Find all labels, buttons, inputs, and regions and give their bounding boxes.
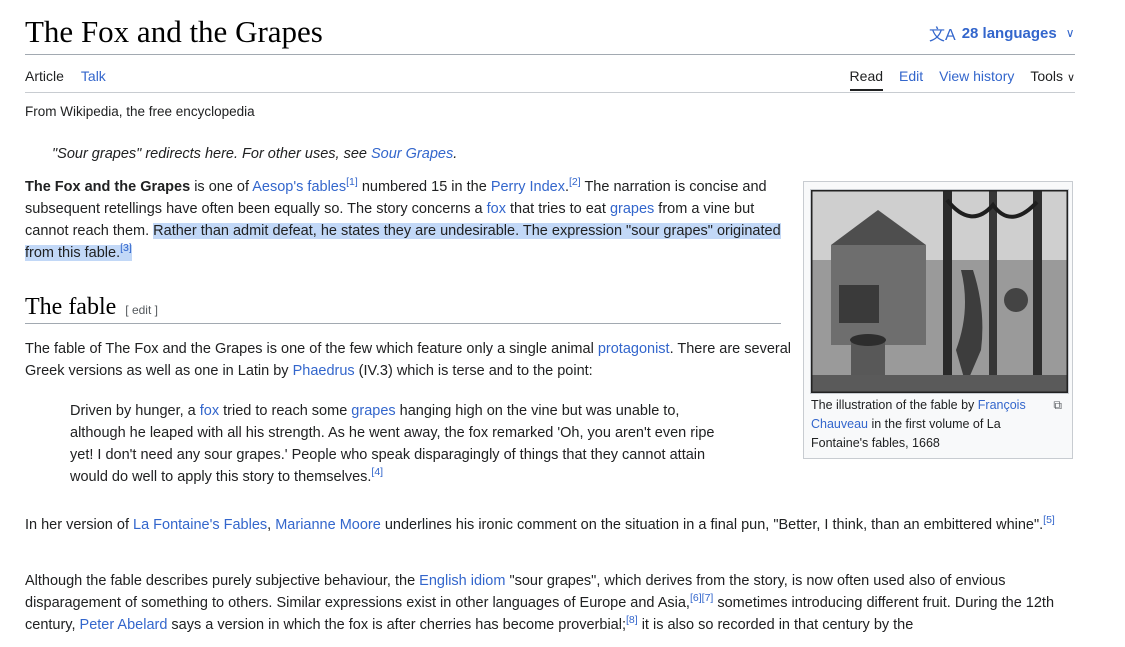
link-aesops-fables[interactable]: Aesop's fables	[252, 179, 346, 195]
page-title: The Fox and the Grapes	[25, 14, 323, 49]
body-paragraph: Although the fable describes purely subj…	[25, 570, 1095, 636]
lead-text: is one of	[190, 179, 253, 195]
link-fox[interactable]: fox	[200, 403, 219, 419]
lead-bold-title: The Fox and the Grapes	[25, 179, 191, 195]
citation-link[interactable]: [8]	[626, 614, 638, 626]
blockquote: Driven by hunger, a fox tried to reach s…	[70, 400, 730, 488]
hatnote: "Sour grapes" redirects here. For other …	[52, 146, 457, 162]
citation-link[interactable]: [5]	[1043, 514, 1055, 526]
chevron-down-icon: ∨	[1065, 26, 1075, 40]
citation-link[interactable]: [6]	[690, 592, 702, 604]
paragraph-text: (IV.3) which is terse and to the point:	[354, 363, 593, 379]
fable-illustration[interactable]	[810, 189, 1069, 394]
tab-read[interactable]: Read	[849, 68, 884, 91]
lead-text: that tries to eat	[505, 201, 610, 217]
tab-talk[interactable]: Talk	[81, 68, 106, 84]
chevron-down-icon: ∨	[1066, 72, 1075, 84]
languages-button[interactable]: 文A 28 languages ∨	[929, 21, 1075, 45]
citation-link[interactable]: [2]	[569, 176, 581, 188]
hatnote-link[interactable]: Sour Grapes	[371, 146, 453, 162]
section-title: The fable	[25, 294, 117, 320]
translate-icon: 文A	[929, 27, 956, 44]
paragraph-text: it is also so recorded in that century b…	[637, 617, 914, 633]
link-grapes[interactable]: grapes	[351, 403, 395, 419]
hatnote-end: .	[453, 146, 458, 162]
tab-view-history[interactable]: View history	[939, 68, 1014, 84]
namespace-tabs: Article Talk	[25, 68, 106, 84]
engraving-image	[811, 190, 1068, 393]
link-peter-abelard[interactable]: Peter Abelard	[80, 617, 168, 633]
infobox-caption: The illustration of the fable by Françoi…	[811, 396, 1041, 453]
link-grapes[interactable]: grapes	[610, 201, 654, 217]
link-la-fontaines-fables[interactable]: La Fontaine's Fables	[133, 517, 267, 533]
lead-paragraph: The Fox and the Grapes is one of Aesop's…	[25, 176, 800, 264]
view-tabs: Read Edit View history Tools ∨	[849, 68, 1075, 91]
citation-link[interactable]: [7]	[702, 592, 714, 604]
section-edit-link[interactable]: [ edit ]	[125, 303, 158, 317]
paragraph-text: ,	[267, 517, 276, 533]
hatnote-text: "Sour grapes" redirects here. For other …	[52, 146, 371, 162]
section-heading: The fable [ edit ]	[25, 294, 781, 324]
caption-text: The illustration of the fable by	[811, 398, 978, 412]
link-phaedrus[interactable]: Phaedrus	[293, 363, 355, 379]
body-paragraph: The fable of The Fox and the Grapes is o…	[25, 338, 795, 382]
infobox: The illustration of the fable by Françoi…	[803, 181, 1073, 459]
link-marianne-moore[interactable]: Marianne Moore	[275, 517, 381, 533]
languages-label: 28 languages	[961, 24, 1057, 42]
body-paragraph: In her version of La Fontaine's Fables, …	[25, 514, 1085, 536]
enlarge-icon[interactable]: ⧉	[1053, 398, 1062, 413]
site-tagline: From Wikipedia, the free encyclopedia	[25, 104, 255, 119]
link-fox[interactable]: fox	[487, 201, 506, 217]
tabs-divider	[25, 92, 1075, 93]
tab-article[interactable]: Article	[25, 68, 64, 84]
tab-edit[interactable]: Edit	[899, 68, 923, 84]
paragraph-text: In her version of	[25, 517, 133, 533]
citation-link[interactable]: [1]	[346, 176, 358, 188]
link-protagonist[interactable]: protagonist	[598, 341, 670, 357]
tools-label: Tools	[1030, 68, 1064, 84]
paragraph-text: says a version in which the fox is after…	[167, 617, 626, 633]
citation-link[interactable]: [4]	[371, 466, 383, 478]
paragraph-text: Although the fable describes purely subj…	[25, 573, 420, 589]
title-divider	[25, 54, 1075, 55]
quote-text: Driven by hunger, a	[70, 403, 200, 419]
paragraph-text: The fable of The Fox and the Grapes is o…	[25, 341, 598, 357]
quote-text: tried to reach some	[219, 403, 352, 419]
lead-text: numbered 15 in the	[357, 179, 491, 195]
link-perry-index[interactable]: Perry Index	[491, 179, 565, 195]
paragraph-text: underlines his ironic comment on the sit…	[380, 517, 1044, 533]
tools-menu[interactable]: Tools ∨	[1030, 68, 1075, 84]
link-english-idiom[interactable]: English idiom	[419, 573, 505, 589]
citation-link[interactable]: [3]	[120, 242, 132, 254]
